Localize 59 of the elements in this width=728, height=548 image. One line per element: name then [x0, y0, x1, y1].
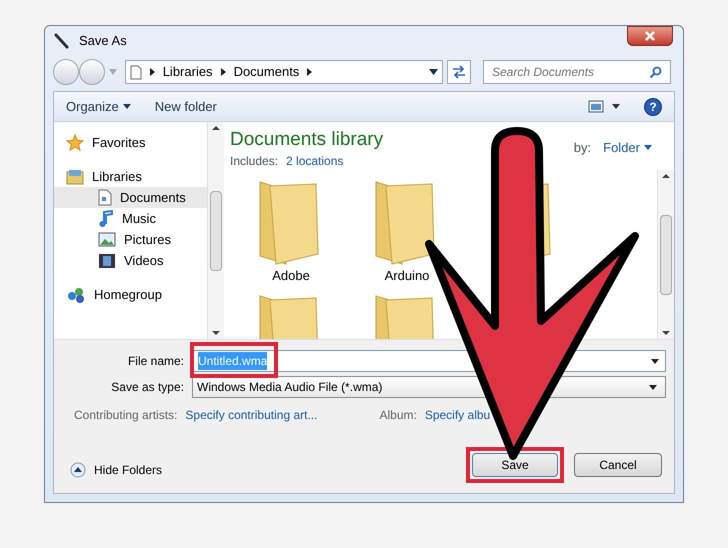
- dropdown-caret-icon: [649, 384, 657, 390]
- dropdown-caret-icon[interactable]: [651, 358, 659, 364]
- dropdown-caret-icon: [429, 69, 438, 75]
- nav-item[interactable]: Pictures: [54, 229, 207, 250]
- organize-menu[interactable]: Organize: [66, 96, 131, 116]
- new-folder-button[interactable]: New folder: [154, 96, 217, 116]
- caret-icon: [122, 104, 131, 109]
- refresh-button[interactable]: [447, 60, 471, 84]
- search-field[interactable]: Search Documents: [483, 60, 671, 84]
- cancel-button[interactable]: Cancel: [574, 453, 662, 477]
- includes-label: Includes:: [230, 153, 278, 170]
- view-icon[interactable]: [588, 100, 604, 113]
- search-icon: [649, 66, 662, 78]
- dropdown-caret-icon: [108, 69, 117, 75]
- hide-folders-button[interactable]: Hide Folders: [70, 461, 162, 479]
- nav-item[interactable]: Favorites: [54, 132, 207, 153]
- library-icon: [66, 168, 84, 184]
- artists-label: Contributing artists:: [74, 407, 178, 424]
- album-label: Album:: [379, 407, 417, 424]
- file-name-value: Untitled.wma: [198, 352, 268, 370]
- library-title: Documents library: [230, 128, 384, 152]
- document-icon: [130, 64, 142, 80]
- close-button[interactable]: [627, 26, 673, 46]
- picture-icon: [98, 232, 116, 247]
- caret-icon[interactable]: [612, 104, 620, 109]
- save-type-label: Save as type:: [110, 379, 185, 396]
- refresh-arrows-icon: [451, 65, 468, 79]
- search-input[interactable]: Search Documents: [492, 63, 649, 81]
- chevron-icon: [220, 68, 226, 76]
- nav-item[interactable]: Videos: [54, 250, 207, 271]
- close-icon: [645, 31, 655, 41]
- arrange-label: by:: [574, 139, 592, 157]
- address-bar[interactable]: Libraries Documents: [124, 60, 444, 84]
- music-note-icon: [98, 210, 114, 227]
- locations-link[interactable]: 2 locations: [286, 152, 344, 170]
- nav-item[interactable]: Homegroup: [54, 284, 207, 305]
- artists-link[interactable]: Specify contributing art...: [185, 406, 318, 424]
- homegroup-icon: [66, 286, 86, 304]
- folder-name: Adobe: [272, 267, 310, 285]
- window-title: Save As: [79, 32, 127, 50]
- arrange-dropdown[interactable]: Folder: [603, 138, 652, 158]
- document-icon: [98, 189, 112, 206]
- nav-item[interactable]: Music: [54, 208, 207, 229]
- caret-icon: [644, 145, 652, 150]
- nav-item[interactable]: Documents: [54, 187, 207, 208]
- album-link[interactable]: Specify albu: [424, 406, 490, 424]
- file-name-label: File name:: [126, 353, 185, 370]
- folder-name: Arduino: [384, 267, 430, 285]
- nav-scrollbar[interactable]: [207, 122, 224, 339]
- save-button[interactable]: Save: [472, 453, 558, 477]
- chevron-icon: [307, 68, 312, 76]
- content-scrollbar[interactable]: [657, 170, 674, 339]
- film-icon: [98, 252, 116, 268]
- help-button[interactable]: ?: [644, 98, 662, 116]
- nav-item[interactable]: Libraries: [54, 166, 207, 187]
- chevron-icon: [150, 68, 155, 76]
- breadcrumb[interactable]: Documents: [234, 62, 300, 82]
- breadcrumb[interactable]: Libraries: [162, 62, 213, 82]
- star-icon: [66, 134, 84, 152]
